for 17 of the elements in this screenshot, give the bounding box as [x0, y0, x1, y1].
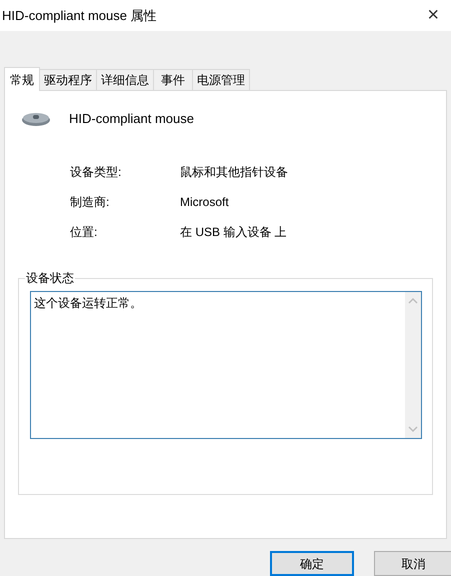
property-value: 鼠标和其他指针设备: [180, 164, 288, 181]
dialog-button[interactable]: 取消: [374, 551, 451, 576]
mouse-icon: [21, 111, 51, 128]
property-value: 在 USB 输入设备 上: [180, 224, 287, 241]
tab[interactable]: 电源管理: [192, 69, 250, 90]
status-text-area[interactable]: 这个设备运转正常。: [30, 290, 422, 439]
property-label: 设备类型:: [70, 164, 122, 181]
property-value: Microsoft: [180, 194, 229, 211]
property-label: 制造商:: [70, 194, 110, 211]
property-label: 位置:: [70, 224, 98, 241]
group-title: 设备状态: [25, 270, 75, 286]
device-name: HID-compliant mouse: [69, 110, 194, 128]
tab[interactable]: 常规: [4, 67, 40, 92]
close-button[interactable]: ×: [423, 5, 443, 26]
window-title: HID-compliant mouse 属性: [2, 6, 157, 25]
dialog-button[interactable]: 确定: [270, 551, 354, 576]
status-text: 这个设备运转正常。: [33, 294, 143, 312]
